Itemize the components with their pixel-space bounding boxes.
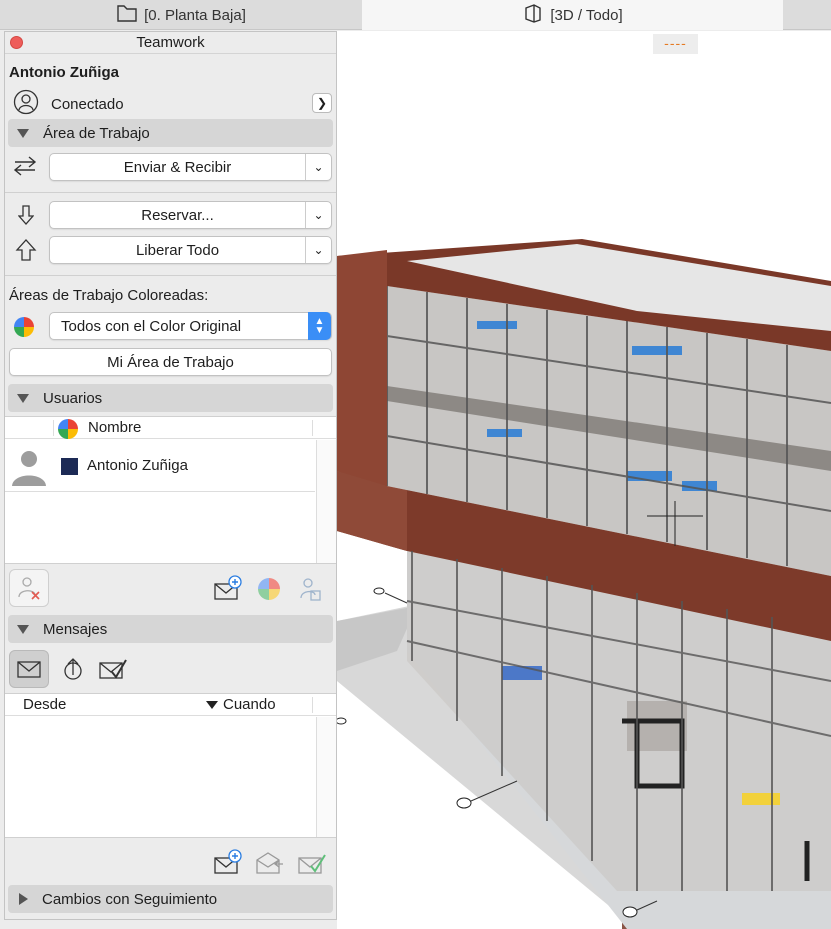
disclosure-triangle-icon (19, 893, 28, 905)
my-workspace-button[interactable]: Mi Área de Trabajo (9, 348, 332, 376)
navigation-indicator: ---- (653, 34, 698, 54)
colored-areas-label: Áreas de Trabajo Coloreadas: (9, 287, 209, 304)
send-receive-icon (11, 154, 39, 178)
reserve-label: Reservar... (141, 206, 214, 224)
section-workspace-label: Área de Trabajo (43, 124, 150, 142)
users-list-scrollbar[interactable] (316, 440, 336, 563)
messages-list-scrollbar[interactable] (316, 717, 336, 837)
release-arrow-up-icon (13, 236, 39, 264)
send-message-icon[interactable] (213, 573, 243, 603)
column-divider (53, 420, 54, 436)
section-tracked-changes-label: Cambios con Seguimiento (42, 890, 218, 908)
tab-floor-plan-label: [0. Planta Baja] (144, 6, 246, 24)
messages-list-header: Desde Cuando (5, 694, 336, 716)
remove-user-button[interactable] (9, 569, 49, 607)
color-wheel-icon[interactable] (257, 577, 281, 601)
section-users[interactable]: Usuarios (8, 384, 333, 412)
connection-status-label: Conectado (51, 95, 124, 113)
divider (5, 192, 336, 193)
reserve-arrow-down-icon (15, 202, 37, 228)
send-receive-label: Enviar & Recibir (123, 158, 232, 176)
my-workspace-label: Mi Área de Trabajo (107, 353, 234, 371)
user-row[interactable]: Antonio Zuñiga (5, 440, 315, 492)
3d-view-icon (522, 3, 544, 27)
column-divider (312, 697, 313, 713)
panel-title: Teamwork (136, 34, 205, 51)
section-users-label: Usuarios (43, 389, 103, 407)
tab-3d-view-label: [3D / Todo] (550, 6, 623, 24)
inbox-icon (17, 661, 41, 678)
send-receive-menu-chevron-icon[interactable]: ⌄ (305, 154, 331, 180)
section-workspace[interactable]: Área de Trabajo (8, 119, 333, 147)
completed-messages-icon[interactable] (97, 655, 129, 683)
color-mode-select[interactable]: Todos con el Color Original ▲ ▼ (49, 312, 332, 340)
section-messages[interactable]: Mensajes (8, 615, 333, 643)
disclosure-triangle-icon (17, 128, 29, 138)
release-all-button[interactable]: Liberar Todo ⌄ (49, 236, 332, 264)
disclosure-triangle-icon (17, 624, 29, 634)
messages-list: Desde Cuando (5, 693, 336, 838)
section-messages-label: Mensajes (43, 620, 108, 638)
current-user-name: Antonio Zuñiga (9, 64, 119, 81)
user-info-icon[interactable] (297, 575, 323, 603)
user-color-swatch (61, 458, 78, 475)
chevron-right-button[interactable]: ❯ (312, 93, 332, 113)
release-all-menu-chevron-icon[interactable]: ⌄ (305, 237, 331, 263)
send-receive-button[interactable]: Enviar & Recibir ⌄ (49, 153, 332, 181)
close-button[interactable] (10, 36, 23, 49)
sent-messages-icon[interactable] (59, 654, 87, 684)
user-avatar-icon (9, 445, 49, 487)
reserve-button[interactable]: Reservar... ⌄ (49, 201, 332, 229)
column-divider (312, 420, 313, 436)
connection-status: Conectado (13, 89, 124, 119)
color-mode-value: Todos con el Color Original (61, 317, 242, 335)
divider (5, 275, 336, 276)
user-row-name: Antonio Zuñiga (87, 457, 188, 474)
building-3d-model (337, 239, 831, 929)
reserve-menu-chevron-icon[interactable]: ⌄ (305, 202, 331, 228)
sort-descending-icon[interactable] (206, 701, 218, 709)
reply-message-icon[interactable] (255, 849, 285, 877)
teamwork-panel: Teamwork Antonio Zuñiga Conectado ❯ Área… (4, 31, 337, 920)
remove-user-icon (18, 577, 40, 600)
new-message-icon[interactable] (213, 847, 243, 877)
section-tracked-changes[interactable]: Cambios con Seguimiento (8, 885, 333, 913)
disclosure-triangle-icon (17, 393, 29, 403)
color-wheel-icon (13, 316, 35, 338)
view-tab-bar: [0. Planta Baja] [3D / Todo] (0, 0, 831, 30)
users-col-name[interactable]: Nombre (88, 419, 141, 436)
tab-floor-plan[interactable]: [0. Planta Baja] (0, 0, 362, 30)
chevron-right-icon: ❯ (316, 96, 328, 110)
users-list-header: Nombre (5, 417, 336, 439)
users-list: Nombre Antonio Zuñiga (5, 416, 336, 564)
color-wheel-icon (58, 419, 78, 439)
inbox-button[interactable] (9, 650, 49, 688)
user-profile-icon (13, 89, 39, 119)
release-all-label: Liberar Todo (135, 241, 220, 259)
tab-3d-view[interactable]: [3D / Todo] (362, 0, 783, 30)
messages-col-from[interactable]: Desde (23, 696, 66, 713)
select-stepper-icon: ▲ ▼ (308, 312, 331, 340)
panel-title-bar: Teamwork (5, 32, 336, 54)
floor-plan-icon (116, 3, 138, 27)
mark-done-icon[interactable] (297, 849, 327, 877)
3d-viewport[interactable]: ---- (337, 31, 831, 929)
messages-col-when[interactable]: Cuando (223, 696, 276, 713)
